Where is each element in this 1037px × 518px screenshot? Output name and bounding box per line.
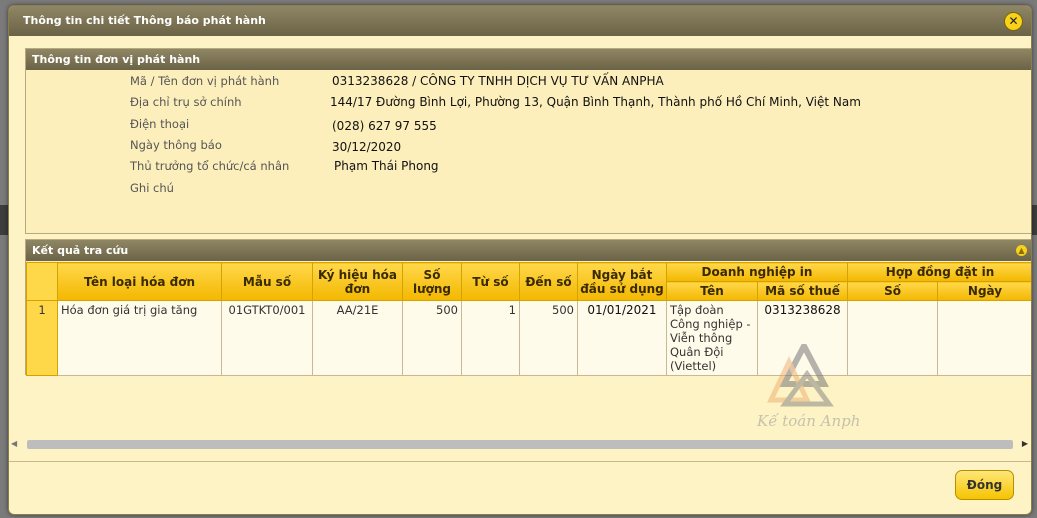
anpha-logo-watermark: Kế toán Anpha bbox=[756, 344, 859, 430]
table-row[interactable]: 1 Hóa đơn giá trị gia tăng 01GTKT0/001 A… bbox=[26, 300, 1031, 376]
header-to[interactable]: Đến số bbox=[519, 262, 578, 301]
dialog-title: Thông tin chi tiết Thông báo phát hành bbox=[23, 14, 266, 27]
header-from[interactable]: Từ số bbox=[461, 262, 520, 301]
results-section-title: Kết quả tra cứu bbox=[32, 244, 129, 257]
info-label: Thủ trưởng tổ chức/cá nhân bbox=[130, 159, 290, 173]
cell-symbol: AA/21E bbox=[312, 300, 403, 376]
header-quantity[interactable]: Số lượng bbox=[402, 262, 462, 301]
info-value: 0313238628 / CÔNG TY TNHH DỊCH VỤ TƯ VẤN… bbox=[332, 74, 664, 88]
info-row-address: Địa chỉ trụ sở chính 144/17 Đường Bình L… bbox=[26, 95, 1031, 115]
info-label: Điện thoại bbox=[130, 117, 190, 131]
cell-quantity: 500 bbox=[402, 300, 462, 376]
info-row-note: Ghi chú bbox=[26, 181, 1031, 201]
header-name[interactable]: Tên loại hóa đơn bbox=[57, 262, 222, 301]
header-contract-no[interactable]: Số bbox=[847, 281, 939, 301]
header-contract-date[interactable]: Ngày bbox=[937, 281, 1031, 301]
scrollbar-thumb[interactable] bbox=[27, 440, 1013, 449]
collapse-icon[interactable]: ▲ bbox=[1016, 245, 1027, 256]
info-row-phone: Điện thoại (028) 627 97 555 bbox=[26, 117, 1031, 137]
close-icon[interactable]: ✕ bbox=[1004, 12, 1023, 31]
results-table: Tên loại hóa đơn Mẫu số Ký hiệu hóa đơn … bbox=[26, 262, 1031, 376]
cell-contract-no bbox=[847, 300, 939, 376]
cell-enterprise-name: Tập đoàn Công nghiệp - Viễn thông Quân Đ… bbox=[666, 300, 758, 376]
footer-divider bbox=[9, 461, 1031, 462]
cell-template: 01GTKT0/001 bbox=[221, 300, 313, 376]
results-section-header: Kết quả tra cứu ▲ bbox=[26, 240, 1031, 261]
header-corner bbox=[26, 262, 58, 301]
info-value: Phạm Thái Phong bbox=[334, 159, 439, 173]
dialog-titlebar: Thông tin chi tiết Thông báo phát hành ✕ bbox=[9, 6, 1031, 36]
issuer-section-title: Thông tin đơn vị phát hành bbox=[32, 53, 201, 66]
info-value: 144/17 Đường Bình Lợi, Phường 13, Quận B… bbox=[330, 95, 861, 109]
info-label: Địa chỉ trụ sở chính bbox=[130, 95, 242, 109]
header-start-date[interactable]: Ngày bắt đầu sử dụng bbox=[577, 262, 667, 301]
cell-contract-date bbox=[937, 300, 1031, 376]
close-button[interactable]: Đóng bbox=[955, 470, 1014, 500]
cell-start-date: 01/01/2021 bbox=[577, 300, 667, 376]
info-value: (028) 627 97 555 bbox=[332, 119, 437, 133]
header-enterprise-tax[interactable]: Mã số thuế bbox=[756, 281, 849, 301]
scroll-left-icon[interactable]: ◀ bbox=[11, 439, 17, 448]
issuer-info-panel: Thông tin đơn vị phát hành Mã / Tên đơn … bbox=[25, 48, 1031, 234]
cell-name: Hóa đơn giá trị gia tăng bbox=[57, 300, 222, 376]
scroll-right-icon[interactable]: ▶ bbox=[1022, 439, 1028, 448]
results-panel: Kết quả tra cứu ▲ Tên loại hóa đơn Mẫu s… bbox=[25, 239, 1031, 376]
cell-to: 500 bbox=[519, 300, 578, 376]
info-row-head: Thủ trưởng tổ chức/cá nhân Phạm Thái Pho… bbox=[26, 159, 1031, 179]
info-value: 30/12/2020 bbox=[332, 140, 402, 154]
watermark-text: Kế toán Anpha bbox=[756, 412, 859, 430]
header-symbol[interactable]: Ký hiệu hóa đơn bbox=[312, 262, 403, 301]
header-template[interactable]: Mẫu số bbox=[221, 262, 313, 301]
detail-dialog: Thông tin chi tiết Thông báo phát hành ✕… bbox=[8, 5, 1032, 515]
issuer-section-header: Thông tin đơn vị phát hành bbox=[26, 49, 1031, 70]
header-enterprise: Doanh nghiệp in bbox=[665, 262, 849, 282]
info-label: Ghi chú bbox=[130, 181, 174, 195]
row-index: 1 bbox=[26, 300, 58, 376]
info-label: Mã / Tên đơn vị phát hành bbox=[130, 74, 280, 88]
info-row-issuer: Mã / Tên đơn vị phát hành 0313238628 / C… bbox=[26, 74, 1031, 94]
info-label: Ngày thông báo bbox=[130, 138, 222, 152]
horizontal-scrollbar[interactable]: ◀ ▶ bbox=[9, 436, 1031, 452]
cell-from: 1 bbox=[461, 300, 520, 376]
header-contract: Hợp đồng đặt in bbox=[847, 262, 1031, 282]
header-enterprise-name[interactable]: Tên bbox=[666, 281, 758, 301]
info-row-date: Ngày thông báo 30/12/2020 bbox=[26, 138, 1031, 158]
